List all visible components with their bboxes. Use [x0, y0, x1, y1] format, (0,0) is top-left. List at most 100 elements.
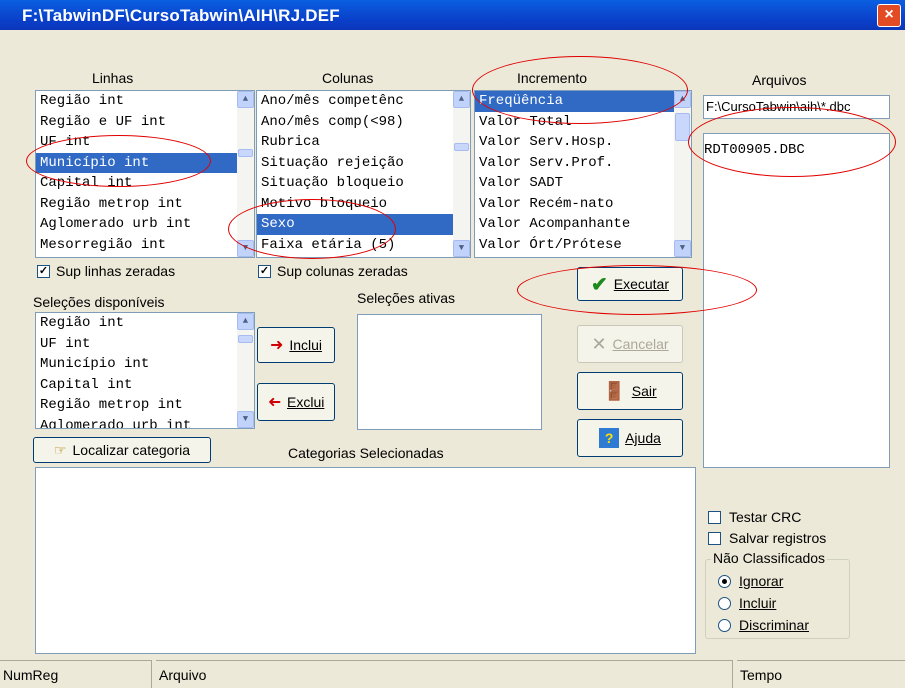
colunas-header: Colunas [322, 70, 374, 86]
localizar-categoria-button[interactable]: ☞ Localizar categoria [33, 437, 211, 463]
arquivos-list[interactable]: RDT00905.DBC [703, 133, 890, 468]
radio-button[interactable] [718, 574, 731, 588]
incremento-list-item[interactable]: Valor Recém-nato [475, 194, 691, 215]
linhas-list-item[interactable]: Capital int [36, 173, 254, 194]
colunas-list-item[interactable]: Situação bloqueio [257, 173, 470, 194]
close-icon: × [884, 6, 894, 23]
linhas-list-item[interactable]: Região int [36, 91, 254, 112]
categorias-selecionadas-panel[interactable] [35, 467, 696, 654]
disponiveis-list-item[interactable]: Município int [36, 354, 254, 375]
sup-linhas-label: Sup linhas zeradas [56, 263, 176, 279]
sair-label: Sair [631, 383, 657, 399]
incremento-list-item[interactable]: Valor Órt/Prótese [475, 235, 691, 256]
checkbox-box [708, 510, 721, 524]
scroll-down-icon[interactable]: ▼ [237, 411, 254, 428]
incremento-header: Incremento [517, 70, 588, 86]
sup-linhas-checkbox[interactable]: ✓ Sup linhas zeradas [37, 263, 175, 279]
categorias-label: Categorias Selecionadas [288, 445, 444, 461]
linhas-list-item[interactable]: Aglomerado urb int [36, 214, 254, 235]
colunas-list-item[interactable]: Ano/mês comp(<98) [257, 112, 470, 133]
inclui-label: Inclui [289, 337, 323, 353]
status-arquivo: Arquivo [156, 660, 733, 688]
inclui-button[interactable]: ➜ Inclui [257, 327, 335, 363]
radio-option[interactable]: Incluir [718, 592, 809, 614]
colunas-list[interactable]: Ano/mês competênc Ano/mês comp(<98) Rubric… [256, 90, 471, 258]
disponiveis-list-item[interactable]: Capital int [36, 375, 254, 396]
arrow-left-icon: ➜ [267, 394, 282, 411]
window-title: F:\TabwinDF\CursoTabwin\AIH\RJ.DEF [0, 0, 905, 30]
scroll-up-icon[interactable]: ▲ [237, 313, 254, 330]
linhas-list-item[interactable]: Mesorregião int [36, 235, 254, 256]
cancelar-button[interactable]: ✕ Cancelar [577, 325, 683, 363]
linhas-list[interactable]: Região int Região e UF int UF int Município… [35, 90, 255, 258]
linhas-list-item[interactable]: UF int [36, 132, 254, 153]
scroll-down-icon[interactable]: ▼ [453, 240, 470, 257]
executar-button[interactable]: ✔ Executar [577, 267, 683, 301]
disponiveis-list-item[interactable]: Aglomerado urb int [36, 416, 254, 429]
disponiveis-scrollbar[interactable]: ▲ ▼ [237, 313, 254, 428]
exclui-button[interactable]: ➜ Exclui [257, 383, 335, 421]
radio-button[interactable] [718, 596, 731, 610]
radio-label: Incluir [739, 595, 777, 611]
ajuda-button[interactable]: ? Ajuda [577, 419, 683, 457]
scroll-up-icon[interactable]: ▲ [674, 91, 691, 108]
colunas-list-item[interactable]: Situação rejeição [257, 153, 470, 174]
executar-label: Executar [613, 276, 669, 292]
arquivos-list-item[interactable]: RDT00905.DBC [704, 142, 889, 158]
colunas-list-item[interactable]: Ano/mês competênc [257, 91, 470, 112]
radio-label: Ignorar [739, 573, 784, 589]
cancel-x-icon: ✕ [591, 333, 607, 354]
selecoes-disponiveis-list[interactable]: Região int UF int Município int Capital int… [35, 312, 255, 429]
radio-button[interactable] [718, 618, 731, 632]
incremento-list-item[interactable]: Valor Serv.Hosp. [475, 132, 691, 153]
scroll-thumb[interactable] [238, 335, 253, 343]
salvar-registros-checkbox[interactable]: Salvar registros [708, 530, 826, 546]
colunas-list-item[interactable]: Sexo [257, 214, 470, 235]
scroll-up-icon[interactable]: ▲ [453, 91, 470, 108]
linhas-list-item[interactable]: Região metrop int [36, 194, 254, 215]
incremento-list-item[interactable]: Valor Total [475, 112, 691, 133]
incremento-list-item[interactable]: Valor SADT [475, 173, 691, 194]
sup-colunas-checkbox[interactable]: ✓ Sup colunas zeradas [258, 263, 408, 279]
linhas-header: Linhas [92, 70, 134, 86]
scroll-thumb[interactable] [238, 149, 253, 157]
colunas-list-item[interactable]: Faixa etária (5) [257, 235, 470, 256]
status-numreg: NumReg [0, 660, 152, 688]
colunas-scrollbar[interactable]: ▲ ▼ [453, 91, 470, 257]
check-icon: ✓ [37, 264, 50, 278]
arrow-right-icon: ➜ [269, 337, 284, 354]
radio-option[interactable]: Discriminar [718, 614, 809, 636]
linhas-list-item[interactable]: Região e UF int [36, 112, 254, 133]
salvar-registros-label: Salvar registros [729, 530, 827, 546]
radio-option[interactable]: Ignorar [718, 570, 809, 592]
selecoes-ativas-list[interactable] [357, 314, 542, 430]
scroll-down-icon[interactable]: ▼ [674, 240, 691, 257]
incremento-list-item[interactable]: Valor Serv.Prof. [475, 153, 691, 174]
colunas-list-item[interactable]: Rubrica [257, 132, 470, 153]
incremento-list-item[interactable]: Valor Acompanhante [475, 214, 691, 235]
incremento-list-item[interactable]: Freqüência [475, 91, 691, 112]
scroll-down-icon[interactable]: ▼ [237, 240, 254, 257]
nao-classificados-legend: Não Classificados [711, 550, 828, 566]
disponiveis-list-item[interactable]: Região metrop int [36, 395, 254, 416]
scroll-thumb[interactable] [454, 143, 469, 151]
help-icon: ? [599, 428, 620, 448]
scroll-thumb[interactable] [675, 113, 690, 141]
arquivos-rows: RDT00905.DBC [704, 134, 889, 158]
checkbox-box [708, 531, 721, 545]
linhas-scrollbar[interactable]: ▲ ▼ [237, 91, 254, 257]
disponiveis-list-item[interactable]: Região int [36, 313, 254, 334]
disponiveis-list-item[interactable]: UF int [36, 334, 254, 355]
linhas-list-item[interactable]: Município int [36, 152, 254, 173]
colunas-list-item[interactable]: Motivo bloqueio [257, 194, 470, 215]
incremento-list[interactable]: Freqüência Valor Total Valor Serv.Hosp. Val… [474, 90, 692, 258]
door-icon: 🚪 [603, 380, 626, 401]
sair-button[interactable]: 🚪 Sair [577, 372, 683, 410]
nao-classificados-options: Ignorar Incluir Discriminar [718, 570, 809, 636]
arquivos-path-input[interactable]: F:\CursoTabwin\aih\*.dbc [703, 95, 890, 119]
arquivos-header: Arquivos [752, 72, 807, 88]
testar-crc-checkbox[interactable]: Testar CRC [708, 509, 801, 525]
close-button[interactable]: × [877, 4, 901, 27]
scroll-up-icon[interactable]: ▲ [237, 91, 254, 108]
incremento-scrollbar[interactable]: ▲ ▼ [674, 91, 691, 257]
